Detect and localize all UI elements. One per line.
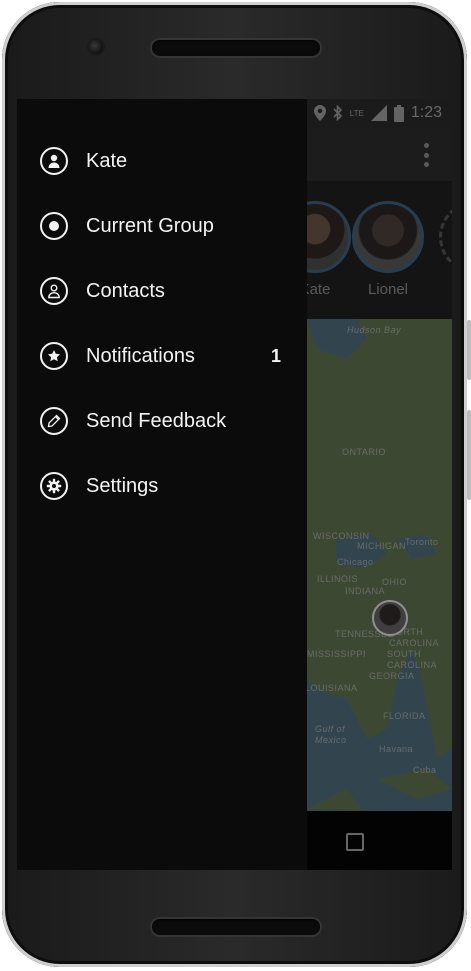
navigation-drawer: Kate Current Group Contacts Notification…	[17, 99, 307, 870]
star-icon	[40, 342, 68, 370]
drawer-item-send-feedback[interactable]: Send Feedback	[17, 397, 307, 445]
drawer-item-label: Current Group	[86, 214, 214, 237]
screen: LTE 1:23 Kate Lionel Hudson Bay ONTARIO …	[17, 99, 452, 870]
notification-count-badge: 1	[271, 345, 282, 366]
drawer-item-current-group[interactable]: Current Group	[17, 202, 307, 250]
drawer-item-label: Send Feedback	[86, 409, 227, 432]
drawer-item-label: Contacts	[86, 279, 165, 302]
drawer-item-settings[interactable]: Settings	[17, 462, 307, 510]
gear-icon	[40, 472, 68, 500]
person-icon	[40, 147, 68, 175]
bottom-speaker	[152, 919, 320, 935]
top-speaker	[152, 40, 320, 56]
pencil-icon	[40, 407, 68, 435]
front-camera	[89, 40, 103, 54]
volume-button	[467, 410, 471, 500]
radio-target-icon	[40, 212, 68, 240]
drawer-item-label: Notifications	[86, 344, 195, 367]
drawer-item-profile[interactable]: Kate	[17, 137, 307, 185]
drawer-item-contacts[interactable]: Contacts	[17, 267, 307, 315]
drawer-item-notifications[interactable]: Notifications 1	[17, 332, 307, 380]
drawer-item-label: Kate	[86, 149, 128, 172]
drawer-item-label: Settings	[86, 474, 159, 497]
power-button	[467, 320, 471, 380]
contact-outline-icon	[40, 277, 68, 305]
